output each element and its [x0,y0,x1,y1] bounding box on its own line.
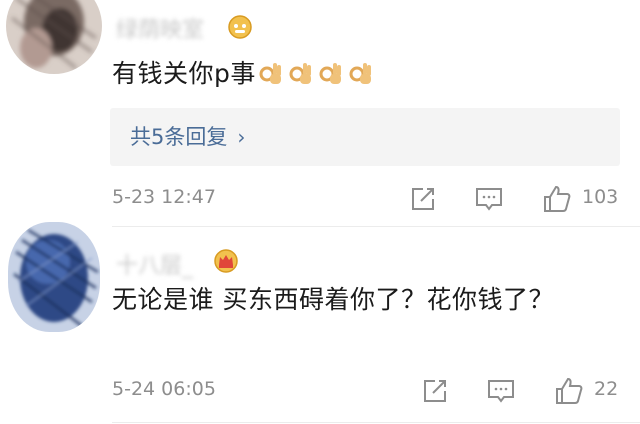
divider [112,226,640,227]
username[interactable]: 十八层_ [116,248,193,280]
ok-hand-icon [318,60,344,86]
username[interactable]: 绿荫映室 [116,12,204,44]
like-count: 103 [582,186,619,208]
ok-hand-icon [288,60,314,86]
like-button[interactable] [554,376,584,406]
comment-icon [488,380,514,403]
share-icon [424,380,446,402]
comment-text: 无论是谁 买东西碍着你了？花你钱了？ [112,285,554,314]
comment-icon [476,188,502,211]
comment-button[interactable] [474,184,504,214]
chevron-right-icon: › [237,125,246,149]
share-button[interactable] [420,376,450,406]
divider [112,422,640,423]
ok-hand-icon [348,60,374,86]
comment-item: 十八层_ 无论是谁 买东西碍着你了？花你钱了？ 5-24 06:05 22 [0,222,640,424]
vip-badge-icon [226,14,254,40]
avatar[interactable] [6,0,102,74]
comment-button[interactable] [486,376,516,406]
view-replies-button[interactable]: 共5条回复 › [110,108,620,166]
timestamp: 5-24 06:05 [112,378,216,400]
like-count: 22 [594,378,619,400]
thumbs-up-icon [544,185,571,212]
comment-item: 绿荫映室 有钱关你p事 共5条回复 › 5-23 12:47 103 [0,0,640,228]
ok-hand-icon [258,60,284,86]
replies-label: 共5条回复 [130,125,228,149]
timestamp: 5-23 12:47 [112,186,216,208]
comment-text: 有钱关你p事 [112,56,616,92]
emoji-row [258,60,374,86]
share-button[interactable] [408,184,438,214]
thumbs-up-icon [556,377,583,404]
comment-text-body: 有钱关你p事 [112,59,256,88]
avatar[interactable] [8,222,100,332]
crown-badge-icon [212,248,240,274]
like-button[interactable] [542,184,572,214]
share-icon [412,188,434,210]
